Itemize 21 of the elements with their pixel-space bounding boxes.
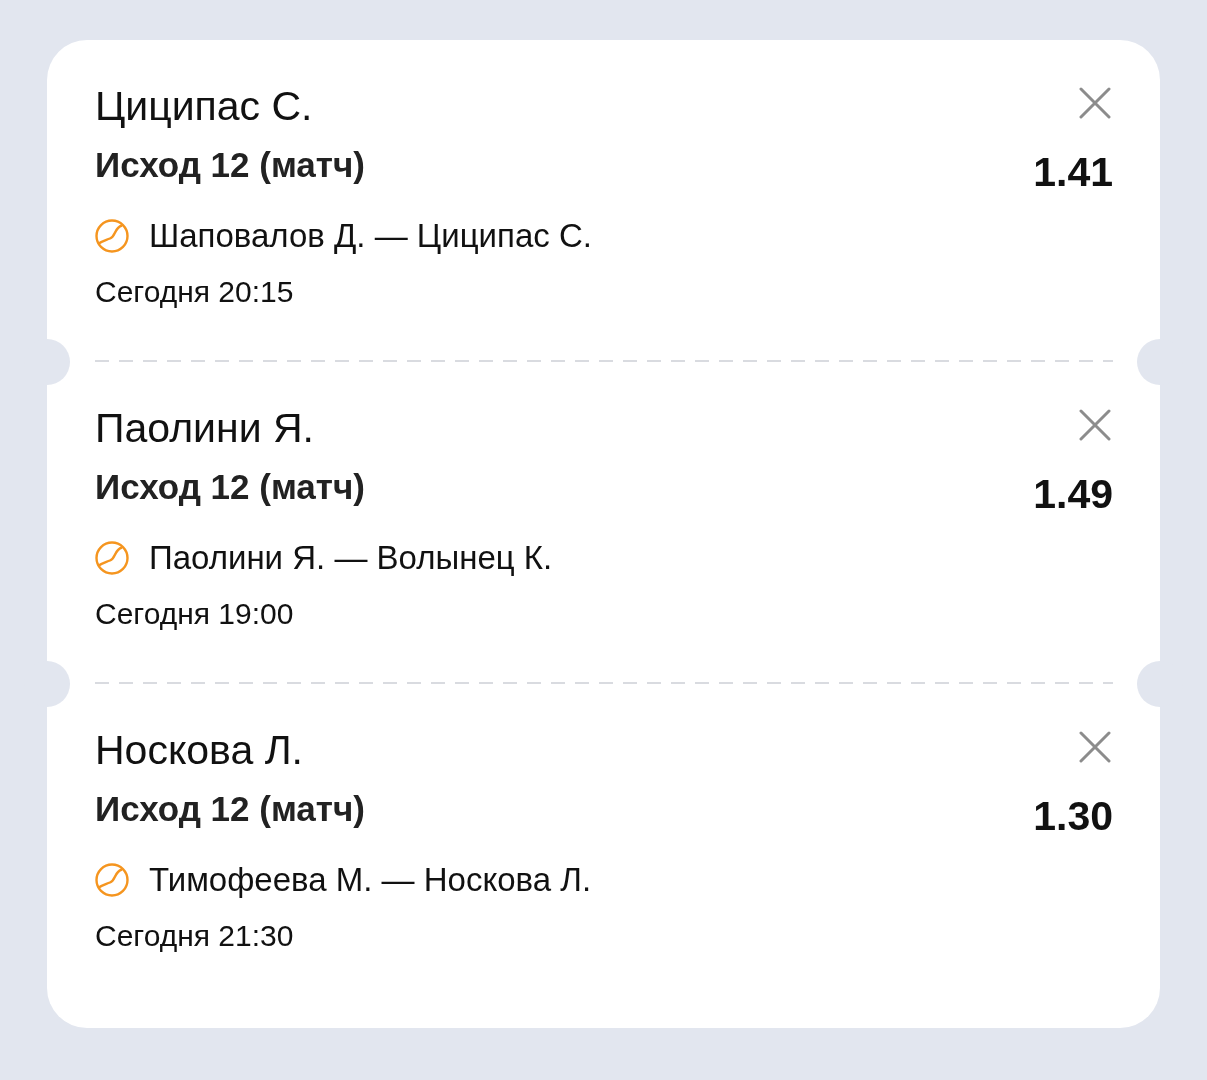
tennis-ball-icon (95, 541, 129, 575)
odds-value: 1.49 (1033, 471, 1113, 517)
player-name: Паолини Я. (95, 405, 315, 451)
match-name: Тимофеева М. — Носкова Л. (149, 860, 592, 900)
odds-value: 1.30 (1033, 793, 1113, 839)
player-name: Циципас С. (95, 83, 314, 129)
market-name: Исход 12 (матч) (95, 145, 366, 185)
tennis-ball-icon (95, 863, 129, 897)
match-time: Сегодня 21:30 (95, 919, 295, 953)
match-name: Паолини Я. — Волынец К. (149, 538, 553, 578)
close-icon (1079, 731, 1111, 763)
close-icon (1079, 409, 1111, 441)
market-name: Исход 12 (матч) (95, 467, 366, 507)
player-name: Носкова Л. (95, 727, 304, 773)
match-time: Сегодня 20:15 (95, 275, 295, 309)
market-name: Исход 12 (матч) (95, 789, 366, 829)
close-icon (1079, 87, 1111, 119)
match-time: Сегодня 19:00 (95, 597, 295, 631)
match-name: Шаповалов Д. — Циципас С. (149, 216, 592, 256)
odds-value: 1.41 (1033, 149, 1113, 195)
tennis-ball-icon (95, 219, 129, 253)
